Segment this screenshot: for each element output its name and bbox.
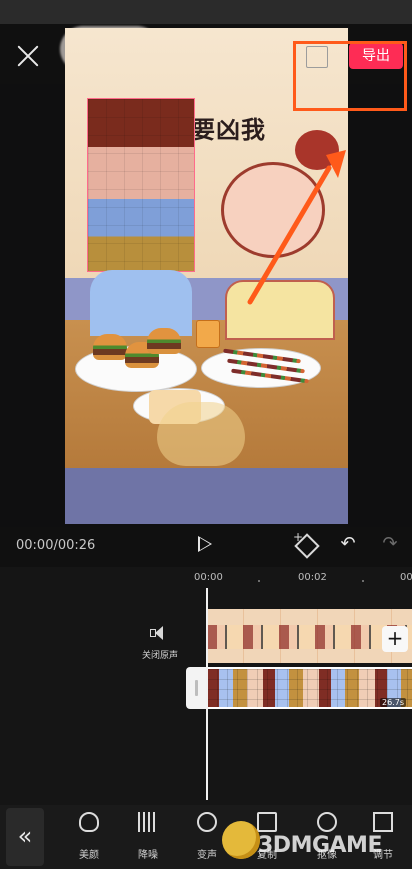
timecode: 00:00/00:26 bbox=[16, 538, 96, 553]
clip-duration: 26.7s bbox=[380, 698, 406, 707]
playhead[interactable] bbox=[206, 588, 208, 800]
collapse-toolbar-button[interactable]: « bbox=[6, 808, 44, 866]
girl-hair-bun bbox=[295, 130, 339, 170]
add-clip-button[interactable]: + bbox=[382, 626, 408, 652]
juice-cup bbox=[196, 320, 220, 348]
play-icon[interactable] bbox=[198, 536, 212, 552]
cutout-icon bbox=[317, 812, 337, 832]
artwork-title: 要凶我 bbox=[191, 116, 266, 144]
annotation-highlight-box bbox=[293, 41, 407, 111]
voice-change-icon bbox=[197, 812, 217, 832]
close-icon[interactable] bbox=[14, 42, 42, 70]
trim-handle[interactable] bbox=[186, 667, 207, 709]
watermark-logo bbox=[222, 821, 260, 859]
tool-label: 美颜 bbox=[79, 850, 99, 861]
ghost-figure bbox=[157, 402, 245, 466]
tool-label: 降噪 bbox=[138, 850, 158, 861]
girl-head bbox=[221, 162, 325, 258]
beauty-icon bbox=[79, 812, 99, 832]
adjust-icon bbox=[373, 812, 393, 832]
status-strip bbox=[0, 0, 412, 24]
burger bbox=[147, 328, 181, 354]
ruler-tick: 00:00 bbox=[194, 572, 223, 583]
ruler-dot bbox=[258, 580, 260, 582]
artwork-table-front bbox=[65, 468, 348, 524]
copy-icon bbox=[257, 812, 277, 832]
ruler-tick: 00 bbox=[400, 572, 412, 583]
girl-body bbox=[225, 280, 335, 340]
undo-icon[interactable]: ↶ bbox=[339, 535, 357, 553]
tool-beauty[interactable]: 美颜 bbox=[62, 812, 116, 866]
boy-body bbox=[90, 270, 192, 336]
redo-icon[interactable]: ↷ bbox=[381, 535, 399, 553]
denoise-icon bbox=[138, 812, 158, 832]
speaker-icon[interactable] bbox=[150, 626, 168, 640]
tool-denoise[interactable]: 降噪 bbox=[121, 812, 175, 866]
watermark-text: 3DMGAME bbox=[258, 833, 382, 858]
burger bbox=[93, 334, 127, 360]
ruler-dot bbox=[362, 580, 364, 582]
ruler-tick: 00:02 bbox=[298, 572, 327, 583]
mute-original-audio-label[interactable]: 关闭原声 bbox=[142, 648, 178, 661]
mosaic-person bbox=[87, 98, 195, 272]
